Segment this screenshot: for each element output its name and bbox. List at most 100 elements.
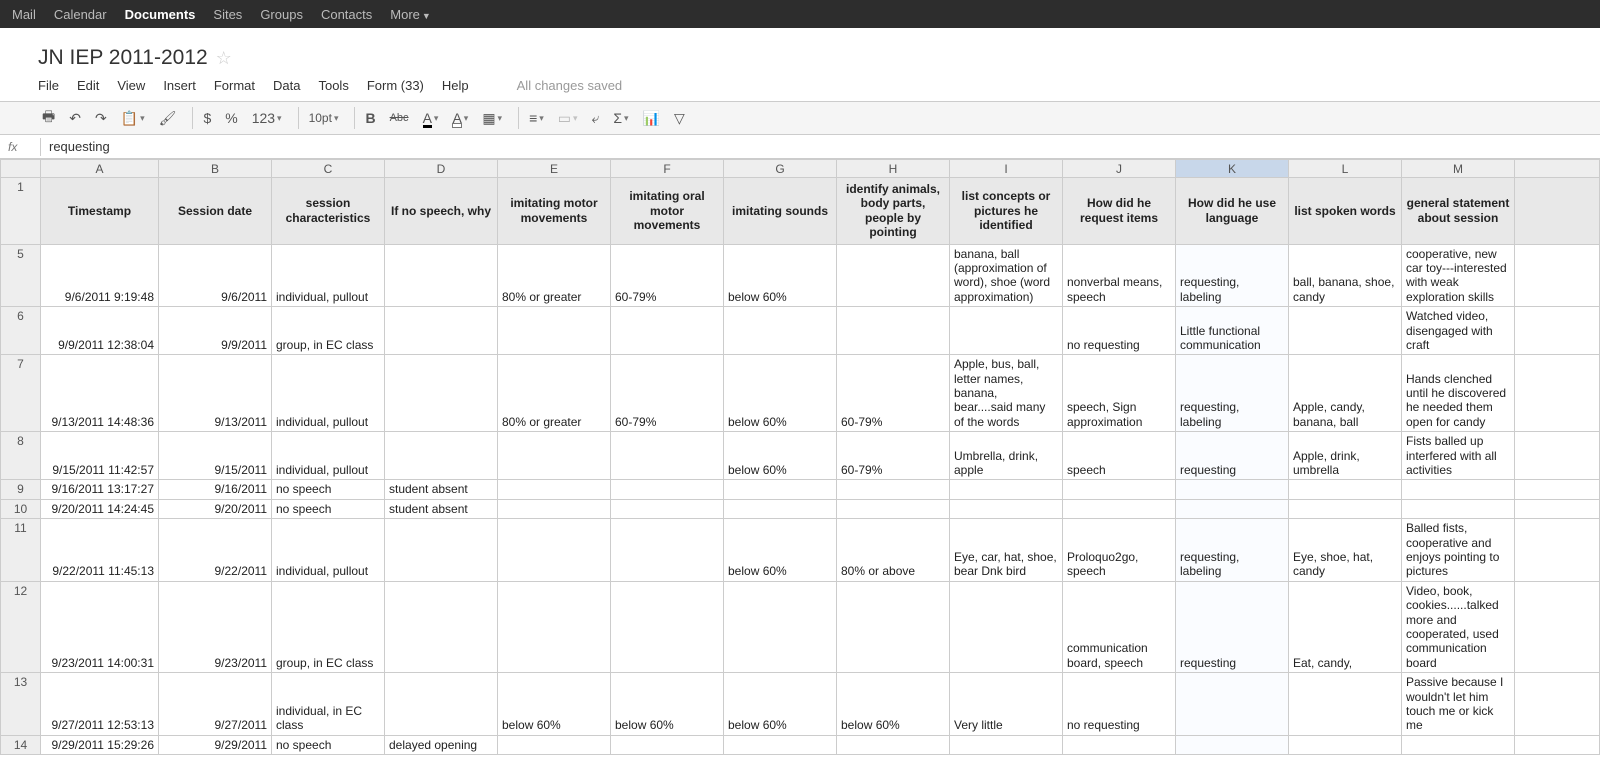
formula-input[interactable]: requesting bbox=[49, 139, 110, 154]
cell[interactable] bbox=[950, 480, 1063, 499]
cell[interactable]: no requesting bbox=[1063, 307, 1176, 355]
cell[interactable]: 80% or above bbox=[837, 519, 950, 582]
percent-button[interactable]: % bbox=[221, 108, 241, 128]
cell[interactable]: below 60% bbox=[724, 673, 837, 736]
cell[interactable]: Passive because I wouldn't let him touch… bbox=[1402, 673, 1515, 736]
row-header[interactable]: 10 bbox=[1, 499, 41, 518]
col-header[interactable]: J bbox=[1063, 160, 1176, 178]
cell[interactable]: Apple, bus, ball, letter names, banana, … bbox=[950, 355, 1063, 432]
row-header[interactable]: 7 bbox=[1, 355, 41, 432]
cell[interactable]: 80% or greater bbox=[498, 355, 611, 432]
cell[interactable] bbox=[611, 519, 724, 582]
cell[interactable] bbox=[724, 499, 837, 518]
cell[interactable]: Session date bbox=[159, 178, 272, 245]
cell[interactable]: individual, pullout bbox=[272, 244, 385, 307]
cell[interactable]: delayed opening bbox=[385, 735, 498, 754]
cell[interactable] bbox=[1063, 499, 1176, 518]
star-icon[interactable]: ☆ bbox=[216, 48, 232, 69]
cell[interactable]: list concepts or pictures he identified bbox=[950, 178, 1063, 245]
print-icon[interactable]: 🖶 bbox=[38, 104, 59, 132]
cell[interactable]: 9/23/2011 bbox=[159, 581, 272, 672]
cell[interactable]: no speech bbox=[272, 480, 385, 499]
menu-file[interactable]: File bbox=[38, 78, 59, 93]
cell[interactable] bbox=[385, 581, 498, 672]
cell[interactable] bbox=[724, 307, 837, 355]
cell[interactable]: 9/27/2011 bbox=[159, 673, 272, 736]
cell[interactable]: below 60% bbox=[498, 673, 611, 736]
cell[interactable]: requesting, labeling bbox=[1176, 519, 1289, 582]
cell[interactable]: 9/20/2011 bbox=[159, 499, 272, 518]
col-header[interactable]: E bbox=[498, 160, 611, 178]
cell[interactable]: Little functional communication bbox=[1176, 307, 1289, 355]
cell[interactable]: 9/23/2011 14:00:31 bbox=[41, 581, 159, 672]
cell[interactable]: Balled fists, cooperative and enjoys poi… bbox=[1402, 519, 1515, 582]
cell[interactable] bbox=[498, 735, 611, 754]
cell[interactable] bbox=[1402, 735, 1515, 754]
cell[interactable]: How did he request items bbox=[1063, 178, 1176, 245]
cell[interactable]: below 60% bbox=[724, 432, 837, 480]
cell[interactable] bbox=[1176, 480, 1289, 499]
cell[interactable] bbox=[837, 499, 950, 518]
cell[interactable] bbox=[724, 581, 837, 672]
cell[interactable] bbox=[611, 480, 724, 499]
text-color-button[interactable]: A▾ bbox=[419, 108, 443, 128]
cell[interactable]: Apple, drink, umbrella bbox=[1289, 432, 1402, 480]
cell[interactable] bbox=[1515, 735, 1600, 754]
cell[interactable] bbox=[498, 499, 611, 518]
cell[interactable]: identify animals, body parts, people by … bbox=[837, 178, 950, 245]
cell[interactable]: 9/22/2011 bbox=[159, 519, 272, 582]
cell[interactable]: ball, banana, shoe, candy bbox=[1289, 244, 1402, 307]
cell[interactable] bbox=[1515, 307, 1600, 355]
number-format-button[interactable]: 123▾ bbox=[248, 108, 286, 128]
cell[interactable]: student absent bbox=[385, 480, 498, 499]
menu-form[interactable]: Form (33) bbox=[367, 78, 424, 93]
cell[interactable]: Apple, candy, banana, ball bbox=[1289, 355, 1402, 432]
cell[interactable]: 60-79% bbox=[611, 355, 724, 432]
cell[interactable]: 60-79% bbox=[837, 432, 950, 480]
cell[interactable] bbox=[1515, 480, 1600, 499]
col-header[interactable]: F bbox=[611, 160, 724, 178]
cell[interactable] bbox=[1402, 499, 1515, 518]
cell[interactable]: Eye, shoe, hat, candy bbox=[1289, 519, 1402, 582]
row-header[interactable]: 11 bbox=[1, 519, 41, 582]
cell[interactable] bbox=[611, 735, 724, 754]
cell[interactable] bbox=[1515, 673, 1600, 736]
col-header[interactable]: G bbox=[724, 160, 837, 178]
cell[interactable]: requesting, labeling bbox=[1176, 244, 1289, 307]
cell[interactable]: individual, pullout bbox=[272, 519, 385, 582]
cell[interactable] bbox=[950, 307, 1063, 355]
cell[interactable] bbox=[385, 432, 498, 480]
cell[interactable]: Umbrella, drink, apple bbox=[950, 432, 1063, 480]
doc-title[interactable]: JN IEP 2011-2012 bbox=[38, 46, 208, 70]
cell[interactable] bbox=[837, 480, 950, 499]
cell[interactable]: no requesting bbox=[1063, 673, 1176, 736]
cell[interactable] bbox=[498, 307, 611, 355]
cell[interactable]: below 60% bbox=[724, 244, 837, 307]
cell[interactable] bbox=[1515, 519, 1600, 582]
cell[interactable] bbox=[385, 519, 498, 582]
cell[interactable] bbox=[837, 244, 950, 307]
col-header[interactable]: M bbox=[1402, 160, 1515, 178]
cell[interactable]: imitating motor movements bbox=[498, 178, 611, 245]
cell[interactable]: group, in EC class bbox=[272, 581, 385, 672]
menu-data[interactable]: Data bbox=[273, 78, 300, 93]
col-header[interactable]: B bbox=[159, 160, 272, 178]
cell[interactable] bbox=[1289, 480, 1402, 499]
col-header[interactable]: D bbox=[385, 160, 498, 178]
cell[interactable]: Timestamp bbox=[41, 178, 159, 245]
cell[interactable] bbox=[1289, 307, 1402, 355]
nav-mail[interactable]: Mail bbox=[12, 7, 36, 22]
cell[interactable] bbox=[1289, 735, 1402, 754]
cell[interactable] bbox=[837, 735, 950, 754]
functions-button[interactable]: Σ▾ bbox=[609, 108, 632, 128]
col-header[interactable]: C bbox=[272, 160, 385, 178]
row-header[interactable]: 5 bbox=[1, 244, 41, 307]
cell[interactable]: Very little bbox=[950, 673, 1063, 736]
grid[interactable]: A B C D E F G H I J K L M 1 Timestamp Se… bbox=[0, 159, 1600, 755]
row-header[interactable]: 1 bbox=[1, 178, 41, 245]
strikethrough-button[interactable]: Abc bbox=[386, 110, 413, 126]
currency-button[interactable]: $ bbox=[199, 108, 215, 128]
col-header[interactable]: I bbox=[950, 160, 1063, 178]
menu-insert[interactable]: Insert bbox=[163, 78, 196, 93]
cell[interactable]: list spoken words bbox=[1289, 178, 1402, 245]
